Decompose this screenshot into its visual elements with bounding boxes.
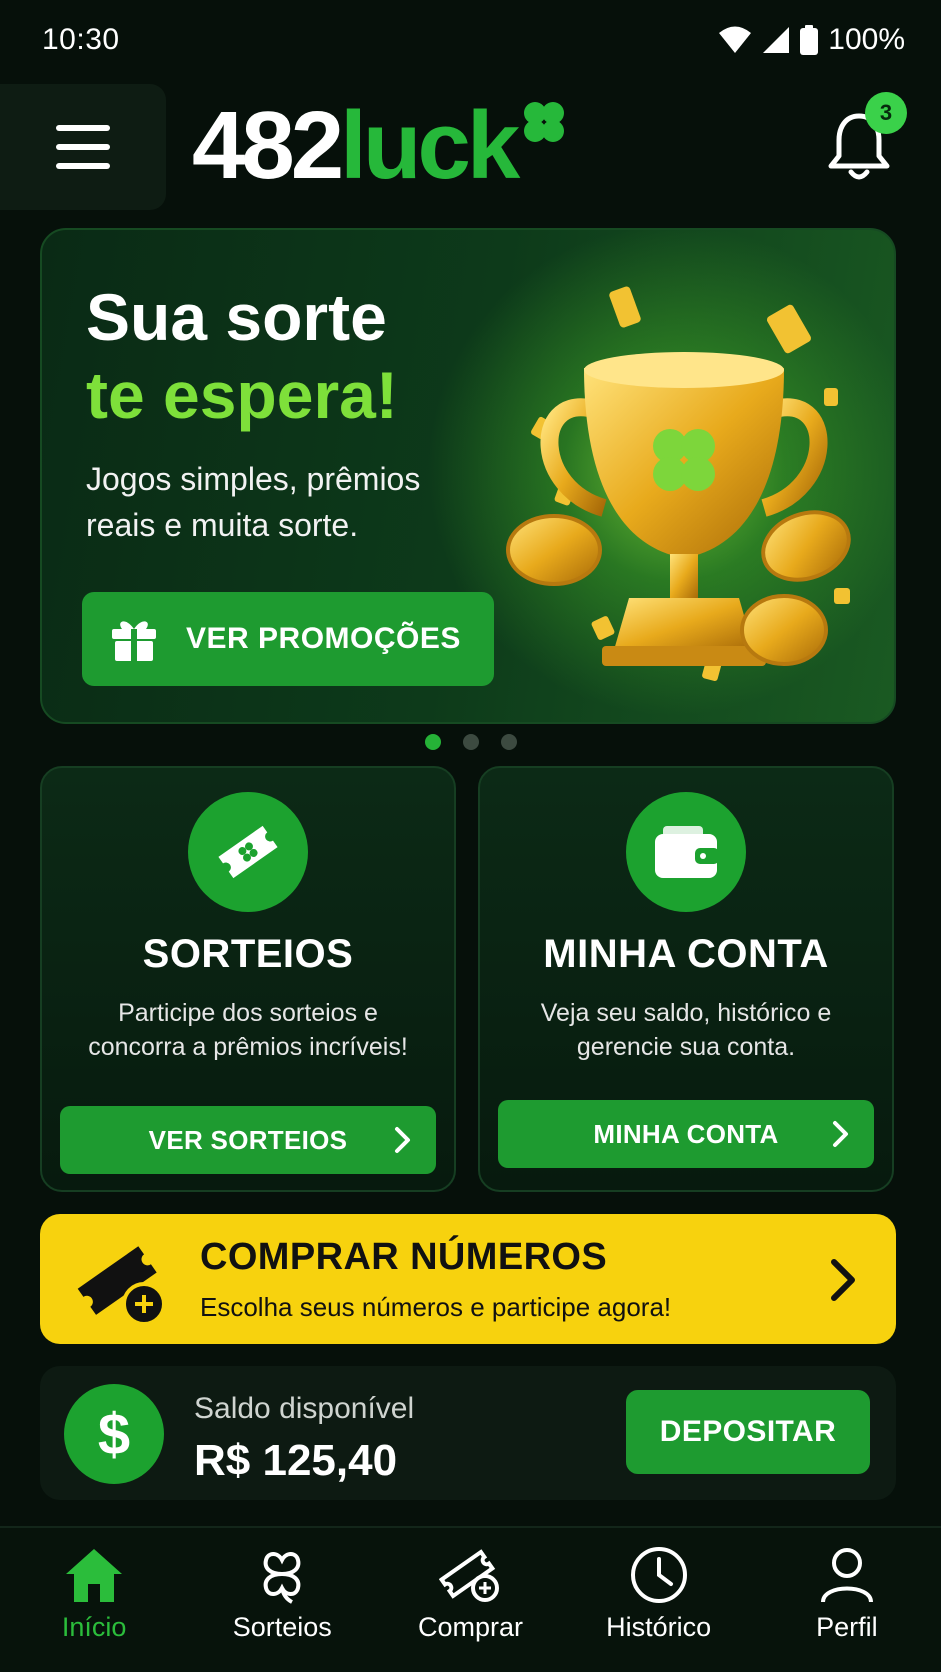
nav-label-profile: Perfil	[816, 1612, 878, 1642]
hero-title-line1: Sua sorte	[86, 280, 387, 354]
logo-word: luck	[340, 92, 520, 199]
balance-value: R$ 125,40	[194, 1436, 398, 1485]
dollar-icon: $	[64, 1384, 164, 1484]
account-card-title: MINHA CONTA	[543, 932, 829, 976]
buy-numbers-subtitle: Escolha seus números e participe agora!	[200, 1292, 672, 1322]
nav-item-draws[interactable]: Sorteios	[197, 1546, 367, 1643]
ticket-add-icon	[77, 1246, 166, 1326]
status-indicators: 100%	[718, 23, 905, 57]
balance-panel: $ Saldo disponível R$ 125,40 DEPOSITAR	[40, 1366, 896, 1500]
nav-item-home[interactable]: Início	[9, 1546, 179, 1643]
carousel-indicator	[0, 734, 941, 750]
account-card[interactable]: MINHA CONTA Veja seu saldo, histórico e …	[478, 766, 894, 1192]
nav-label-history: Histórico	[606, 1612, 712, 1642]
clock-icon	[630, 1547, 687, 1603]
hero-subtitle: Jogos simples, prêmios reais e muita sor…	[86, 461, 421, 543]
account-card-icon	[626, 792, 746, 912]
chevron-right-icon	[395, 1127, 410, 1153]
account-card-description: Veja seu saldo, histórico e gerencie sua…	[540, 999, 832, 1061]
status-bar: 10:30 100%	[0, 0, 941, 80]
draws-card[interactable]: SORTEIOS Participe dos sorteios e concor…	[40, 766, 456, 1192]
carousel-dot[interactable]	[424, 734, 441, 750]
view-draws-button[interactable]: VER SORTEIOS	[60, 1106, 436, 1174]
carousel-dot[interactable]	[500, 734, 517, 750]
hamburger-icon	[56, 125, 110, 169]
gift-icon	[112, 621, 156, 661]
notification-badge: 3	[865, 92, 907, 134]
wifi-icon	[719, 26, 752, 53]
app-logo: 482 luck	[192, 94, 570, 194]
my-account-button[interactable]: MINHA CONTA	[498, 1100, 874, 1168]
nav-item-profile[interactable]: Perfil	[762, 1546, 932, 1643]
app-header: 482 luck 3	[0, 84, 941, 210]
ticket-add-icon	[439, 1549, 500, 1602]
balance-label: Saldo disponível	[194, 1392, 415, 1425]
logo-number: 482	[192, 92, 344, 199]
logo-clover-icon	[524, 102, 565, 142]
ticket-clover-icon	[218, 825, 278, 879]
draws-card-icon	[188, 792, 308, 912]
buy-numbers-title: COMPRAR NÚMEROS	[200, 1236, 608, 1278]
draws-card-title: SORTEIOS	[142, 932, 354, 976]
battery-percent: 100%	[828, 23, 905, 56]
view-promotions-button[interactable]: VER PROMOÇÕES	[82, 592, 494, 686]
nav-label-home: Início	[61, 1612, 127, 1642]
chevron-right-icon	[831, 1259, 855, 1301]
notifications-button[interactable]: 3	[827, 92, 907, 182]
deposit-button[interactable]: DEPOSITAR	[626, 1390, 870, 1474]
carousel-dot[interactable]	[462, 734, 479, 750]
trophy-illustration	[506, 286, 851, 682]
my-account-label: MINHA CONTA	[593, 1118, 779, 1149]
home-icon	[66, 1549, 123, 1602]
chevron-right-icon	[833, 1121, 848, 1147]
nav-item-history[interactable]: Histórico	[574, 1546, 744, 1643]
menu-button[interactable]	[0, 84, 166, 210]
promo-hero-banner[interactable]: Sua sorte te espera! Jogos simples, prêm…	[40, 228, 896, 724]
draws-card-description: Participe dos sorteios e concorra a prêm…	[88, 999, 408, 1061]
view-draws-label: VER SORTEIOS	[148, 1124, 348, 1155]
bottom-navigation: Início Sorteios Comprar Histórico Perfil	[0, 1526, 941, 1672]
nav-label-buy: Comprar	[417, 1612, 523, 1642]
buy-numbers-banner[interactable]: COMPRAR NÚMEROS Escolha seus números e p…	[40, 1214, 896, 1344]
nav-item-buy[interactable]: Comprar	[385, 1546, 555, 1643]
clover-icon	[263, 1552, 301, 1604]
battery-icon	[800, 25, 819, 55]
status-time: 10:30	[42, 23, 120, 56]
signal-icon	[763, 27, 790, 53]
nav-label-draws: Sorteios	[232, 1612, 332, 1642]
user-icon	[820, 1548, 873, 1603]
view-promotions-label: VER PROMOÇÕES	[186, 622, 461, 655]
hero-title: Sua sorte te espera!	[86, 278, 398, 434]
hero-title-line2: te espera!	[86, 358, 398, 432]
wallet-icon	[655, 826, 719, 878]
